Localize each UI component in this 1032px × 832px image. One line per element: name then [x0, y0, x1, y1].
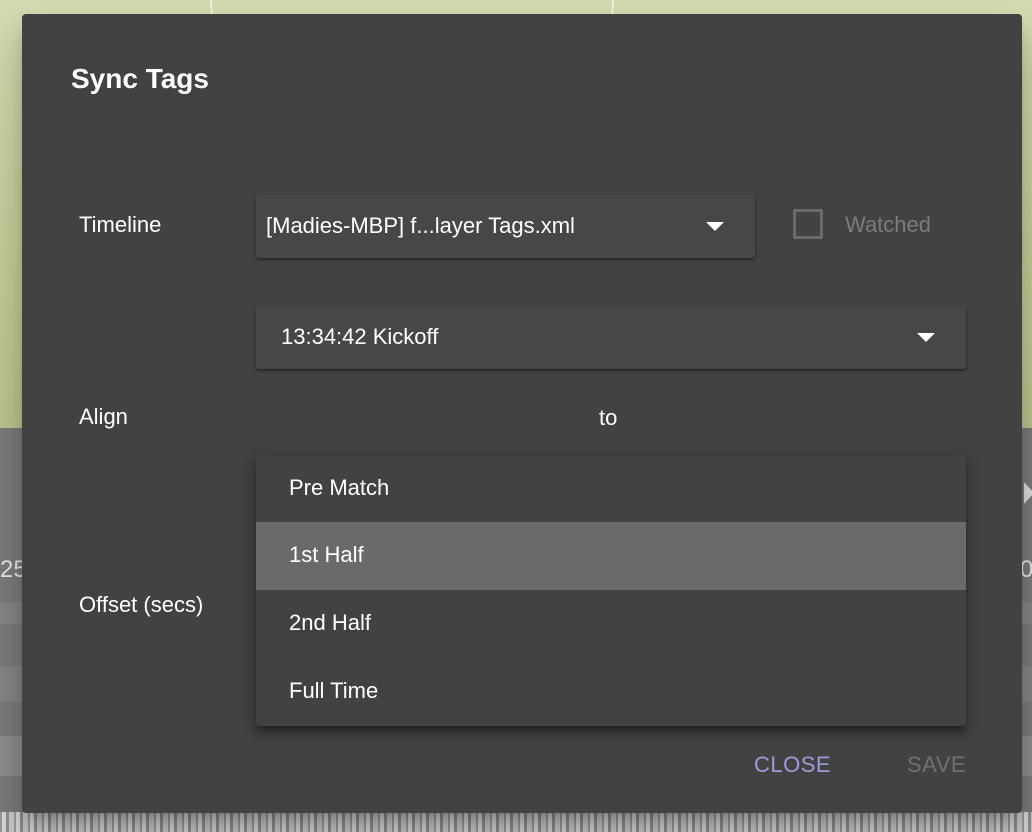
caret-down-icon — [706, 222, 724, 231]
timeline-select-value: [Madies-MBP] f...layer Tags.xml — [266, 213, 575, 238]
dialog-title: Sync Tags — [71, 63, 209, 94]
save-button[interactable]: SAVE — [907, 752, 966, 778]
menu-item-2nd-half[interactable]: 2nd Half — [256, 590, 966, 658]
menu-item-full-time[interactable]: Full Time — [256, 658, 966, 726]
sync-tags-dialog: Sync Tags Timeline [Madies-MBP] f...laye… — [22, 14, 1022, 813]
menu-item-pre-match[interactable]: Pre Match — [256, 455, 966, 523]
align-source-value: 13:34:42 Kickoff — [281, 324, 439, 349]
play-icon[interactable] — [1024, 482, 1032, 504]
align-source-select[interactable]: 13:34:42 Kickoff — [256, 306, 966, 369]
offset-label: Offset (secs) — [79, 592, 204, 617]
menu-item-1st-half[interactable]: 1st Half — [256, 522, 966, 590]
timeline-select[interactable]: [Madies-MBP] f...layer Tags.xml — [256, 195, 755, 258]
watched-checkbox[interactable] — [793, 209, 823, 239]
close-button[interactable]: CLOSE — [754, 752, 831, 778]
align-label: Align — [79, 404, 128, 429]
watched-label: Watched — [845, 212, 932, 237]
caret-down-icon — [917, 333, 935, 342]
align-target-dropdown-menu: Pre Match 1st Half 2nd Half Full Time — [256, 455, 966, 726]
timeline-ticks — [0, 812, 1032, 832]
timeline-label: Timeline — [79, 212, 162, 237]
align-to-label: to — [599, 405, 618, 430]
